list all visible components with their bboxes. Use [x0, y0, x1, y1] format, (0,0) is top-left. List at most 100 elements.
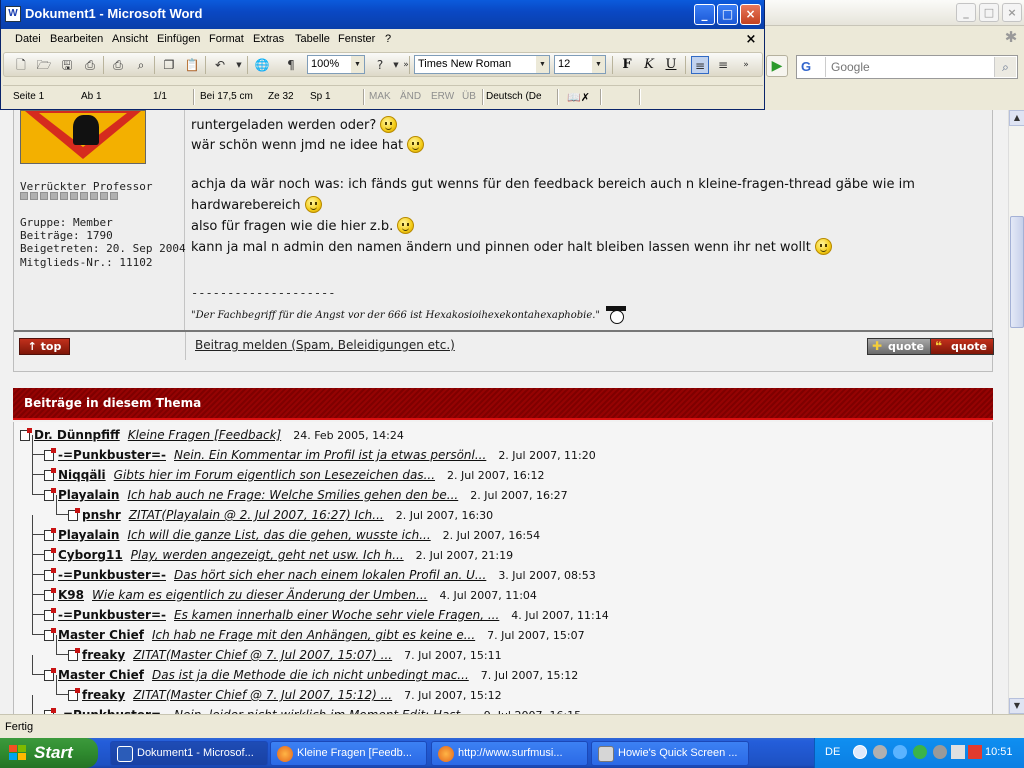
- status-track-changes[interactable]: ÄND: [400, 91, 421, 102]
- thread-row-title[interactable]: ZITAT(Playalain @ 2. Jul 2007, 16:27) Ic…: [129, 508, 384, 522]
- volume-icon[interactable]: [933, 745, 947, 759]
- thread-row-title[interactable]: Das ist ja die Methode die ich nicht unb…: [152, 668, 469, 682]
- thread-row-title[interactable]: Das hört sich eher nach einem lokalen Pr…: [174, 568, 486, 582]
- undo-icon[interactable]: ↶: [211, 56, 229, 74]
- thread-row-title[interactable]: ZITAT(Master Chief @ 7. Jul 2007, 15:07)…: [133, 648, 392, 662]
- zoom-select[interactable]: 100% ▼: [307, 55, 365, 74]
- browser-close-button[interactable]: ×: [1002, 3, 1022, 22]
- menu-bearbeiten[interactable]: Bearbeiten: [50, 33, 103, 45]
- toolbar-overflow-icon[interactable]: »: [397, 56, 415, 74]
- status-extend[interactable]: ERW: [431, 91, 454, 102]
- language-indicator[interactable]: DE: [825, 746, 840, 758]
- page-scrollbar[interactable]: ▲ ▼: [1008, 110, 1024, 714]
- menu-fenster[interactable]: Fenster: [338, 33, 375, 45]
- italic-button[interactable]: K: [640, 56, 658, 74]
- document-close-icon[interactable]: ×: [743, 32, 759, 48]
- menu-tabelle[interactable]: Tabelle: [295, 33, 330, 45]
- browser-maximize-button[interactable]: □: [979, 3, 999, 22]
- align-left-icon[interactable]: ≡: [691, 56, 709, 74]
- thread-row-author[interactable]: freaky: [82, 648, 125, 662]
- word-close-button[interactable]: ×: [740, 4, 761, 25]
- report-post-link[interactable]: Beitrag melden (Spam, Beleidigungen etc.…: [195, 338, 455, 352]
- security-icon[interactable]: [913, 745, 927, 759]
- thread-row-title[interactable]: Play, werden angezeigt, geht net usw. Ic…: [131, 548, 404, 562]
- status-overtype[interactable]: ÜB: [462, 91, 476, 102]
- menu-ansicht[interactable]: Ansicht: [112, 33, 148, 45]
- thread-row-author[interactable]: Playalain: [58, 528, 119, 542]
- thread-row-author[interactable]: -=Punkbuster=-: [58, 608, 166, 622]
- open-folder-icon[interactable]: 🗁: [35, 56, 53, 74]
- menu-extras[interactable]: Extras: [253, 33, 284, 45]
- search-icon[interactable]: ⌕: [994, 57, 1016, 77]
- new-document-icon[interactable]: 🗋: [12, 56, 30, 74]
- print-icon[interactable]: ⎙: [109, 56, 127, 74]
- scroll-up-icon[interactable]: ▲: [1009, 110, 1024, 126]
- quote-button[interactable]: ❝ quote: [930, 338, 994, 355]
- thread-row-author[interactable]: K98: [58, 588, 84, 602]
- thread-row-title[interactable]: Ich hab auch ne Frage: Welche Smilies ge…: [127, 488, 458, 502]
- save-icon[interactable]: 🖫: [58, 56, 76, 74]
- browser-minimize-button[interactable]: _: [956, 3, 976, 22]
- thread-row-title[interactable]: Kleine Fragen [Feedback]: [128, 428, 282, 442]
- print-preview-icon[interactable]: ⌕: [132, 56, 150, 74]
- toolbar-overflow-icon[interactable]: »: [737, 56, 755, 74]
- menu-format[interactable]: Format: [209, 33, 244, 45]
- network-icon[interactable]: [893, 745, 907, 759]
- thread-row-author[interactable]: Dr. Dünnpfiff: [34, 428, 120, 442]
- font-size-select[interactable]: 12 ▼: [554, 55, 606, 74]
- task-firefox-forum[interactable]: Kleine Fragen [Feedb...: [270, 741, 427, 766]
- task-firefox-surfmusic[interactable]: http://www.surfmusi...: [431, 741, 588, 766]
- word-maximize-button[interactable]: □: [717, 4, 738, 25]
- clock[interactable]: 10:51: [985, 746, 1013, 758]
- start-button[interactable]: Start: [0, 738, 98, 768]
- thread-row-author[interactable]: pnshr: [82, 508, 121, 522]
- spelling-check-icon[interactable]: 📖✗: [567, 91, 590, 104]
- task-screenshot-tool[interactable]: Howie's Quick Screen ...: [591, 741, 749, 766]
- status-language[interactable]: Deutsch (De: [486, 91, 542, 102]
- word-minimize-button[interactable]: _: [694, 4, 715, 25]
- thread-row-author[interactable]: Niqqäli: [58, 468, 106, 482]
- menu-help[interactable]: ?: [385, 33, 391, 45]
- pilcrow-icon[interactable]: ¶: [282, 56, 300, 74]
- thread-row-author[interactable]: -=Punkbuster=-: [58, 448, 166, 462]
- tray-arrow-icon[interactable]: [853, 745, 867, 759]
- search-engine-selector[interactable]: G: [798, 57, 826, 77]
- thread-row-title[interactable]: Ich will die ganze List, das die gehen, …: [127, 528, 430, 542]
- messenger-icon[interactable]: [873, 745, 887, 759]
- menu-einfuegen[interactable]: Einfügen: [157, 33, 200, 45]
- signal-icon[interactable]: [951, 745, 965, 759]
- multiquote-button[interactable]: ✚ quote: [867, 338, 931, 355]
- underline-button[interactable]: U: [662, 56, 680, 74]
- undo-dropdown-icon[interactable]: ▼: [230, 56, 248, 74]
- scroll-down-icon[interactable]: ▼: [1009, 698, 1024, 714]
- menu-datei[interactable]: Datei: [15, 33, 41, 45]
- align-center-icon[interactable]: ≡: [714, 56, 732, 74]
- thread-row-title[interactable]: ZITAT(Master Chief @ 7. Jul 2007, 15:12)…: [133, 688, 392, 702]
- permission-icon[interactable]: ⎙: [81, 56, 99, 74]
- thread-row-author[interactable]: freaky: [82, 688, 125, 702]
- thread-row-author[interactable]: Master Chief: [58, 668, 144, 682]
- task-word[interactable]: Dokument1 - Microsof...: [110, 741, 268, 766]
- hyperlink-icon[interactable]: 🌐: [253, 56, 271, 74]
- thread-row-title[interactable]: Nein. Ein Kommentar im Profil ist ja etw…: [174, 448, 486, 462]
- thread-row-title[interactable]: Gibts hier im Forum eigentlich son Lesez…: [114, 468, 435, 482]
- thread-row: -=Punkbuster=- Das hört sich eher nach ei…: [44, 565, 596, 585]
- thread-row-title[interactable]: Ich hab ne Frage mit den Anhängen, gibt …: [152, 628, 475, 642]
- thread-row-title[interactable]: Wie kam es eigentlich zu dieser Änderung…: [92, 588, 427, 602]
- thread-row-author[interactable]: Cyborg11: [58, 548, 123, 562]
- antivirus-icon[interactable]: [968, 745, 982, 759]
- word-titlebar[interactable]: W Dokument1 - Microsoft Word _ □ ×: [1, 0, 764, 29]
- copy-icon[interactable]: ❐: [160, 56, 178, 74]
- thread-row-author[interactable]: -=Punkbuster=-: [58, 568, 166, 582]
- scroll-thumb[interactable]: [1010, 216, 1024, 328]
- paste-icon[interactable]: 📋: [183, 56, 201, 74]
- thread-row-title[interactable]: Es kamen innerhalb einer Woche sehr viel…: [174, 608, 499, 622]
- status-macro[interactable]: MAK: [369, 91, 391, 102]
- top-button[interactable]: ↑ top: [19, 338, 70, 355]
- word-app-icon[interactable]: W: [5, 6, 21, 22]
- thread-row-author[interactable]: Master Chief: [58, 628, 144, 642]
- search-input[interactable]: [829, 57, 991, 77]
- go-button[interactable]: ▶: [766, 55, 788, 77]
- bold-button[interactable]: F: [618, 56, 636, 74]
- font-select[interactable]: Times New Roman ▼: [414, 55, 550, 74]
